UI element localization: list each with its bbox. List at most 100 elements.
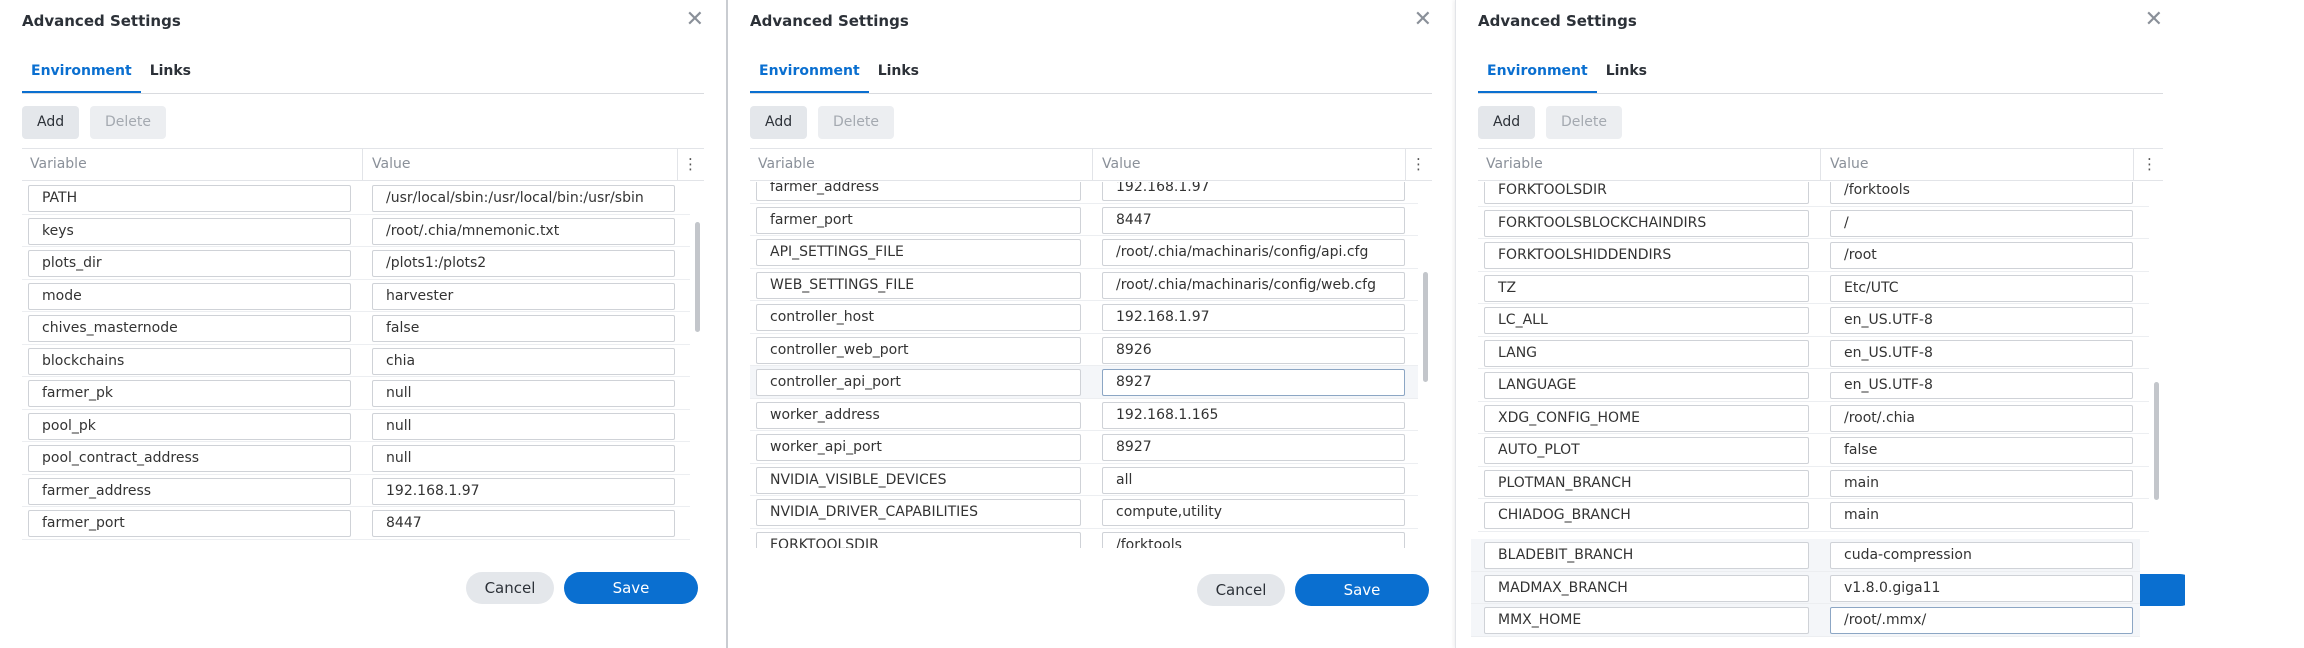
tab-links[interactable]: Links [869,56,928,93]
variable-field[interactable]: controller_api_port [756,369,1081,396]
variable-field[interactable]: FORKTOOLSDIR [756,531,1081,548]
variable-field[interactable]: PLOTMAN_BRANCH [1484,469,1809,497]
delete-button[interactable]: Delete [90,106,166,139]
add-button[interactable]: Add [1478,106,1536,139]
delete-button[interactable]: Delete [1546,106,1622,139]
value-field[interactable]: /forktools [1830,182,2133,204]
value-field[interactable]: /root/.chia/machinaris/config/web.cfg [1102,271,1405,299]
value-field[interactable]: 192.168.1.97 [372,477,675,505]
more-options-icon[interactable]: ⋮ [683,155,698,173]
variable-field[interactable]: LANGUAGE [1484,372,1809,399]
value-field[interactable]: en_US.UTF-8 [1830,372,2133,399]
variable-field[interactable]: LANG [1484,339,1809,367]
add-button[interactable]: Add [750,106,808,139]
variable-field[interactable]: PATH [28,185,351,212]
tab-links[interactable]: Links [141,56,200,93]
variable-field[interactable]: mode [28,282,351,310]
value-field[interactable]: /root/.chia [1830,404,2133,432]
scrollbar-thumb[interactable] [1423,272,1428,382]
variable-field[interactable]: worker_api_port [756,434,1081,461]
variable-field[interactable]: API_SETTINGS_FILE [756,239,1081,266]
tab-environment[interactable]: Environment [1478,56,1597,93]
tab-environment[interactable]: Environment [750,56,869,93]
variable-field[interactable]: WEB_SETTINGS_FILE [756,271,1081,299]
variable-field[interactable]: farmer_address [28,477,351,505]
tab-links[interactable]: Links [1597,56,1656,93]
variable-field[interactable]: AUTO_PLOT [1484,437,1809,464]
variable-field[interactable]: MMX_HOME [1484,607,1809,634]
value-field[interactable]: /root [1830,242,2133,269]
variable-field[interactable]: NVIDIA_DRIVER_CAPABILITIES [756,499,1081,526]
value-field[interactable]: cuda-compression [1830,542,2133,569]
value-field[interactable]: 8447 [372,510,675,537]
more-options-icon[interactable]: ⋮ [2142,155,2157,173]
variable-field[interactable]: blockchains [28,347,351,375]
variable-field[interactable]: plots_dir [28,250,351,277]
close-icon[interactable]: ✕ [1414,9,1432,31]
save-button[interactable]: Save [1295,574,1429,606]
value-field[interactable]: /root/.chia/mnemonic.txt [372,217,675,245]
value-field[interactable]: en_US.UTF-8 [1830,339,2133,367]
variable-field[interactable]: chives_masternode [28,315,351,342]
variable-field[interactable]: BLADEBIT_BRANCH [1484,542,1809,569]
value-field[interactable]: null [372,412,675,440]
more-options-icon[interactable]: ⋮ [1411,155,1426,173]
variable-field[interactable]: farmer_port [28,510,351,537]
save-button[interactable]: Save [564,572,698,604]
scrollbar-thumb[interactable] [2154,382,2159,500]
variable-field[interactable]: controller_host [756,304,1081,331]
value-field[interactable]: /usr/local/sbin:/usr/local/bin:/usr/sbin [372,185,675,212]
variable-field[interactable]: FORKTOOLSHIDDENDIRS [1484,242,1809,269]
scrollbar-thumb[interactable] [695,222,700,332]
value-field[interactable]: /forktools [1102,531,1405,548]
variable-field[interactable]: controller_web_port [756,336,1081,364]
value-field[interactable]: compute,utility [1102,499,1405,526]
variable-field[interactable]: farmer_address [756,182,1081,201]
value-field[interactable]: 192.168.1.97 [1102,182,1405,201]
value-field[interactable]: Etc/UTC [1830,274,2133,302]
value-field[interactable]: / [1830,209,2133,237]
value-field[interactable]: 8927 [1102,369,1405,396]
variable-field[interactable]: FORKTOOLSDIR [1484,182,1809,204]
variable-field[interactable]: XDG_CONFIG_HOME [1484,404,1809,432]
value-field[interactable]: harvester [372,282,675,310]
value-field[interactable]: 192.168.1.165 [1102,401,1405,429]
variable-field[interactable]: pool_contract_address [28,445,351,472]
variable-field[interactable]: MADMAX_BRANCH [1484,574,1809,602]
variable-field[interactable]: farmer_port [756,206,1081,234]
value-field[interactable]: /root/.chia/machinaris/config/api.cfg [1102,239,1405,266]
column-divider[interactable] [1820,149,1821,180]
value-field[interactable]: false [1830,437,2133,464]
add-button[interactable]: Add [22,106,80,139]
variable-field[interactable]: NVIDIA_VISIBLE_DEVICES [756,466,1081,494]
variable-field[interactable]: worker_address [756,401,1081,429]
value-field[interactable]: false [372,315,675,342]
variable-field[interactable]: TZ [1484,274,1809,302]
value-field[interactable]: 8447 [1102,206,1405,234]
column-divider[interactable] [362,149,363,180]
value-field[interactable]: chia [372,347,675,375]
variable-field[interactable]: CHIADOG_BRANCH [1484,502,1809,529]
variable-field[interactable]: pool_pk [28,412,351,440]
value-field[interactable]: 8927 [1102,434,1405,461]
value-field[interactable]: v1.8.0.giga11 [1830,574,2133,602]
value-field[interactable]: /root/.mmx/ [1830,607,2133,634]
value-field[interactable]: en_US.UTF-8 [1830,307,2133,334]
variable-field[interactable]: keys [28,217,351,245]
value-field[interactable]: /plots1:/plots2 [372,250,675,277]
variable-field[interactable]: farmer_pk [28,380,351,407]
close-icon[interactable]: ✕ [2145,9,2163,31]
value-field[interactable]: null [372,445,675,472]
value-field[interactable]: main [1830,469,2133,497]
cancel-button[interactable]: Cancel [1197,574,1285,606]
value-field[interactable]: 192.168.1.97 [1102,304,1405,331]
value-field[interactable]: main [1830,502,2133,529]
variable-field[interactable]: LC_ALL [1484,307,1809,334]
delete-button[interactable]: Delete [818,106,894,139]
tab-environment[interactable]: Environment [22,56,141,93]
cancel-button[interactable]: Cancel [466,572,554,604]
value-field[interactable]: null [372,380,675,407]
variable-field[interactable]: FORKTOOLSBLOCKCHAINDIRS [1484,209,1809,237]
close-icon[interactable]: ✕ [686,9,704,31]
value-field[interactable]: all [1102,466,1405,494]
